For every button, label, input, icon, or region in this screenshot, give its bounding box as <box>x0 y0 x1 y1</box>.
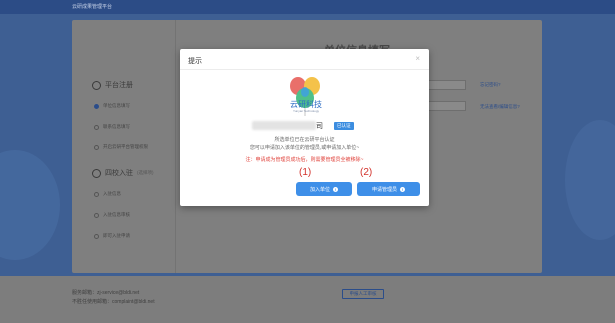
button-label: 申请管理员 <box>371 186 397 193</box>
close-icon[interactable]: × <box>415 55 420 63</box>
background-decoration <box>0 150 60 260</box>
forgot-password-link[interactable]: 忘记密码? <box>480 82 501 88</box>
step-sidebar: 平台注册 单位信息填写 联系信息填写 开启云研平台管理权限 四校入驻 (选择项)… <box>72 20 176 273</box>
dot-icon <box>94 233 99 239</box>
top-bar: 云研成果管理平台 <box>0 0 615 14</box>
step-school-entry[interactable]: 四校入驻 (选择项) <box>92 168 154 178</box>
brand-name: 云研成果管理平台 <box>72 4 113 10</box>
join-unit-button[interactable]: 加入单位 ! <box>296 182 352 196</box>
annotation-2: (2) <box>360 167 373 178</box>
info-icon: ! <box>400 186 405 192</box>
logo-subtitle: Yunyan Technology <box>293 109 319 113</box>
step-ring-icon <box>92 168 101 178</box>
button-label: 加入单位 <box>309 186 330 193</box>
dialog-divider <box>180 69 429 70</box>
background-decoration <box>565 120 615 240</box>
cannot-edit-link[interactable]: 无法查看/编辑信息? <box>480 104 520 110</box>
manual-review-button[interactable]: 申报人工审核 <box>342 289 384 299</box>
dot-icon <box>94 124 99 130</box>
dot-icon <box>94 212 99 218</box>
warning-text: 注：申请成为管理员成功后，则需要管理员全被移除~ <box>245 157 364 163</box>
apply-admin-button[interactable]: 申请管理员 ! <box>357 182 420 196</box>
substep-label: 入驻信息 <box>103 191 121 196</box>
organization-name-suffix: 司 <box>316 123 323 130</box>
step-ring-icon <box>92 80 101 90</box>
substep-contact-info[interactable]: 联系信息填写 <box>94 124 130 130</box>
step-note: (选择项) <box>137 170 154 175</box>
active-dot-icon <box>94 103 99 109</box>
info-text-2: 您可以申请加入该单位的管理员,或申请加入单位~ <box>249 145 360 151</box>
substep-unit-info[interactable]: 单位信息填写 <box>94 103 130 109</box>
step-label: 四校入驻 <box>105 170 133 177</box>
substep-entry-review[interactable]: 入驻信息审核 <box>94 212 130 218</box>
step-label: 平台注册 <box>105 82 133 89</box>
substep-label: 入驻信息审核 <box>103 212 130 217</box>
footer: 服务邮箱：zj-service@bldi.net 不胜任使用邮箱：complai… <box>0 276 615 323</box>
substep-label: 开启云研平台管理权限 <box>103 144 148 149</box>
service-email: 服务邮箱：zj-service@bldi.net <box>72 290 140 296</box>
annotation-1: (1) <box>299 167 312 178</box>
substep-enable-permission[interactable]: 开启云研平台管理权限 <box>94 144 148 150</box>
substep-label: 即可入驻申请 <box>103 233 130 238</box>
dialog-title: 提示 <box>188 58 202 65</box>
dot-icon <box>94 144 99 150</box>
info-text-1: 所选单位已在云研平台认证 <box>274 137 335 143</box>
complaint-email: 不胜任使用邮箱：complaint@bldi.net <box>72 299 155 305</box>
verified-badge: 已认证 <box>334 122 354 130</box>
substep-entry-apply[interactable]: 即可入驻申请 <box>94 233 130 239</box>
substep-label: 联系信息填写 <box>103 124 130 129</box>
organization-name-blurred <box>252 121 316 130</box>
info-icon: ! <box>333 186 338 192</box>
step-platform-register[interactable]: 平台注册 <box>92 80 133 90</box>
dot-icon <box>94 191 99 197</box>
substep-entry-info[interactable]: 入驻信息 <box>94 191 121 197</box>
substep-label: 单位信息填写 <box>103 103 130 108</box>
